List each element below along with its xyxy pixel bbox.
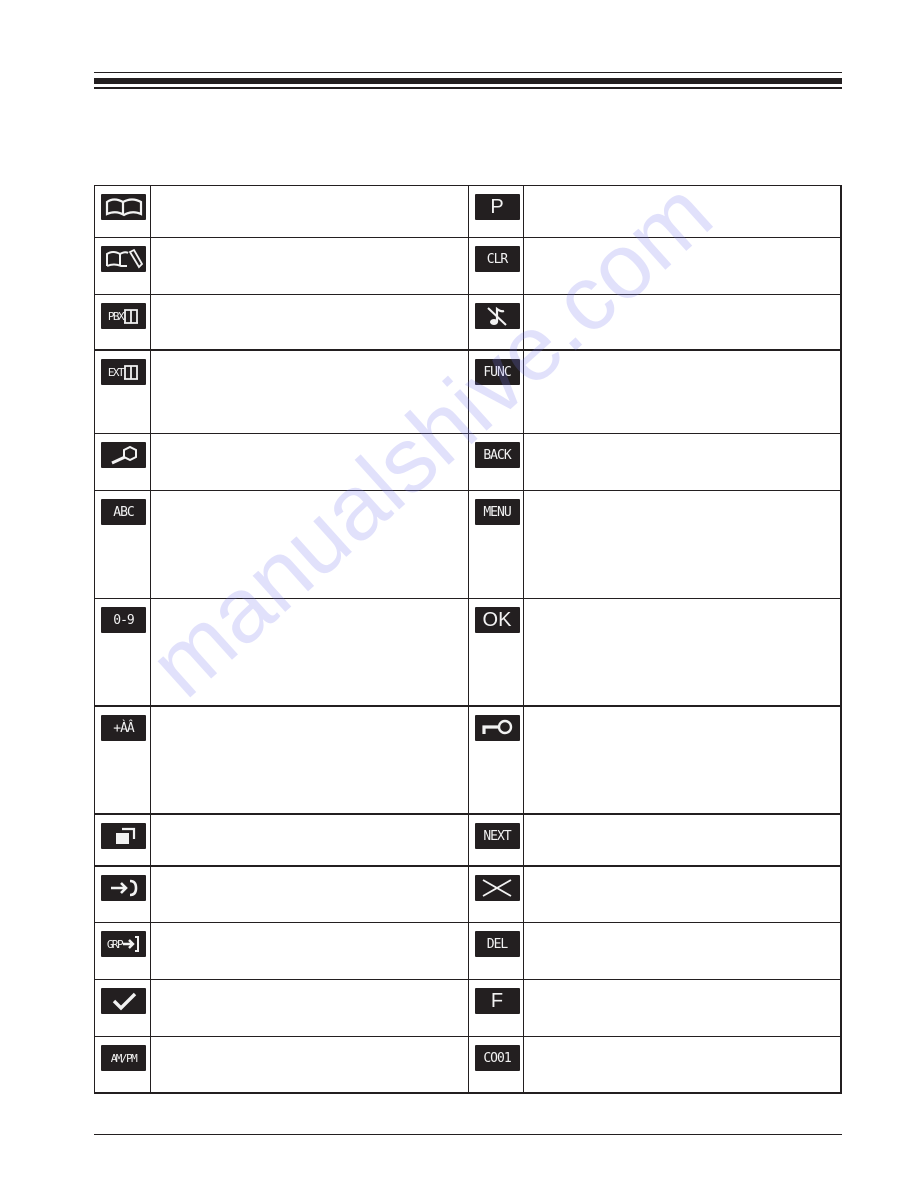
icon-cell bbox=[95, 434, 151, 490]
table-row: BACK bbox=[95, 434, 840, 491]
table-row: 0-9 OK bbox=[95, 599, 840, 707]
icon-cell: GRP bbox=[95, 923, 151, 979]
alphabet-mode-icon: ABC bbox=[101, 499, 146, 525]
description-cell bbox=[524, 491, 840, 598]
table-row: CLR bbox=[95, 238, 840, 295]
icon-cell bbox=[95, 186, 151, 237]
transfer-icon bbox=[101, 875, 146, 901]
icon-cell: EXT bbox=[95, 351, 151, 433]
delete-icon: DEL bbox=[474, 931, 520, 957]
icon-cell: FUNC bbox=[469, 351, 525, 433]
header-rule-thin bbox=[94, 72, 842, 73]
icon-cell bbox=[469, 867, 525, 922]
description-cell bbox=[524, 815, 840, 865]
numeric-mode-icon: 0-9 bbox=[101, 607, 146, 633]
description-cell bbox=[524, 351, 840, 433]
description-cell bbox=[524, 867, 840, 922]
icon-cell: NEXT bbox=[469, 815, 525, 865]
table-row: PBX bbox=[95, 295, 840, 351]
cancel-icon bbox=[474, 875, 520, 901]
description-cell bbox=[151, 599, 469, 705]
back-icon: BACK bbox=[474, 442, 520, 468]
search-icon bbox=[101, 442, 146, 468]
pbx-phonebook-icon: PBX bbox=[101, 303, 146, 329]
icon-cell: 0-9 bbox=[95, 599, 151, 705]
table-row: +ÀÂ bbox=[95, 707, 840, 815]
description-cell bbox=[151, 707, 469, 813]
icon-cell: BACK bbox=[469, 434, 525, 490]
icon-cell: PBX bbox=[95, 295, 151, 349]
footer-rule bbox=[94, 1134, 842, 1135]
icon-cell: P bbox=[469, 186, 525, 237]
description-cell bbox=[524, 238, 840, 294]
am-pm-icon: AM/PM bbox=[101, 1045, 146, 1071]
description-cell bbox=[151, 491, 469, 598]
icon-cell bbox=[95, 238, 151, 294]
phonebook-icon bbox=[101, 194, 146, 220]
table-row: GRP DEL bbox=[95, 923, 840, 980]
icon-cell bbox=[469, 295, 525, 349]
flash-icon: F bbox=[474, 988, 520, 1014]
icon-text: GRP bbox=[106, 937, 124, 951]
description-cell bbox=[524, 599, 840, 705]
description-cell bbox=[151, 295, 469, 349]
table-row: NEXT bbox=[95, 815, 840, 867]
icon-text: EXT bbox=[107, 365, 125, 379]
table-row: AM/PM CO01 bbox=[95, 1037, 840, 1092]
header-rule-thick bbox=[94, 78, 842, 84]
description-cell bbox=[524, 923, 840, 979]
table-row: ABC MENU bbox=[95, 491, 840, 599]
ok-icon: OK bbox=[474, 607, 520, 633]
copy-icon bbox=[101, 823, 146, 849]
description-cell bbox=[524, 186, 840, 237]
function-icon: FUNC bbox=[474, 359, 520, 385]
icon-cell: ABC bbox=[95, 491, 151, 598]
header-rule-bottom bbox=[94, 87, 842, 89]
next-icon: NEXT bbox=[474, 823, 520, 849]
check-icon bbox=[101, 988, 146, 1014]
description-cell bbox=[151, 238, 469, 294]
extended-characters-icon: +ÀÂ bbox=[101, 715, 146, 741]
description-cell bbox=[151, 815, 469, 865]
clear-icon: CLR bbox=[474, 246, 520, 272]
group-transfer-icon: GRP bbox=[101, 931, 146, 957]
table-row: F bbox=[95, 980, 840, 1037]
description-cell bbox=[524, 707, 840, 813]
icon-cell: F bbox=[469, 980, 525, 1036]
table-row: EXT FUNC bbox=[95, 351, 840, 434]
display-icons-table: P CLR PBX EXT FUNC BACK ABC MENU 0-9 OK … bbox=[94, 185, 842, 1094]
table-row bbox=[95, 867, 840, 923]
description-cell bbox=[151, 351, 469, 433]
icon-cell: AM/PM bbox=[95, 1037, 151, 1092]
description-cell bbox=[151, 1037, 469, 1092]
icon-cell: OK bbox=[469, 599, 525, 705]
pause-icon: P bbox=[474, 194, 520, 220]
icon-cell bbox=[95, 980, 151, 1036]
icon-cell: CLR bbox=[469, 238, 525, 294]
description-cell bbox=[524, 295, 840, 349]
description-cell bbox=[151, 923, 469, 979]
description-cell bbox=[524, 1037, 840, 1092]
icon-cell: +ÀÂ bbox=[95, 707, 151, 813]
extension-phonebook-icon: EXT bbox=[101, 359, 146, 385]
icon-cell: CO01 bbox=[469, 1037, 525, 1092]
co-line-icon: CO01 bbox=[474, 1045, 520, 1071]
table-row: P bbox=[95, 186, 840, 238]
description-cell bbox=[151, 867, 469, 922]
key-lock-icon bbox=[474, 715, 520, 741]
description-cell bbox=[151, 980, 469, 1036]
icon-text: PBX bbox=[107, 309, 125, 323]
ringer-off-icon bbox=[474, 303, 520, 329]
icon-cell bbox=[95, 867, 151, 922]
icon-cell: MENU bbox=[469, 491, 525, 598]
description-cell bbox=[524, 434, 840, 490]
description-cell bbox=[151, 186, 469, 237]
description-cell bbox=[151, 434, 469, 490]
icon-cell: DEL bbox=[469, 923, 525, 979]
icon-cell bbox=[95, 815, 151, 865]
icon-cell bbox=[469, 707, 525, 813]
phonebook-edit-icon bbox=[101, 246, 146, 272]
menu-icon: MENU bbox=[474, 499, 520, 525]
description-cell bbox=[524, 980, 840, 1036]
